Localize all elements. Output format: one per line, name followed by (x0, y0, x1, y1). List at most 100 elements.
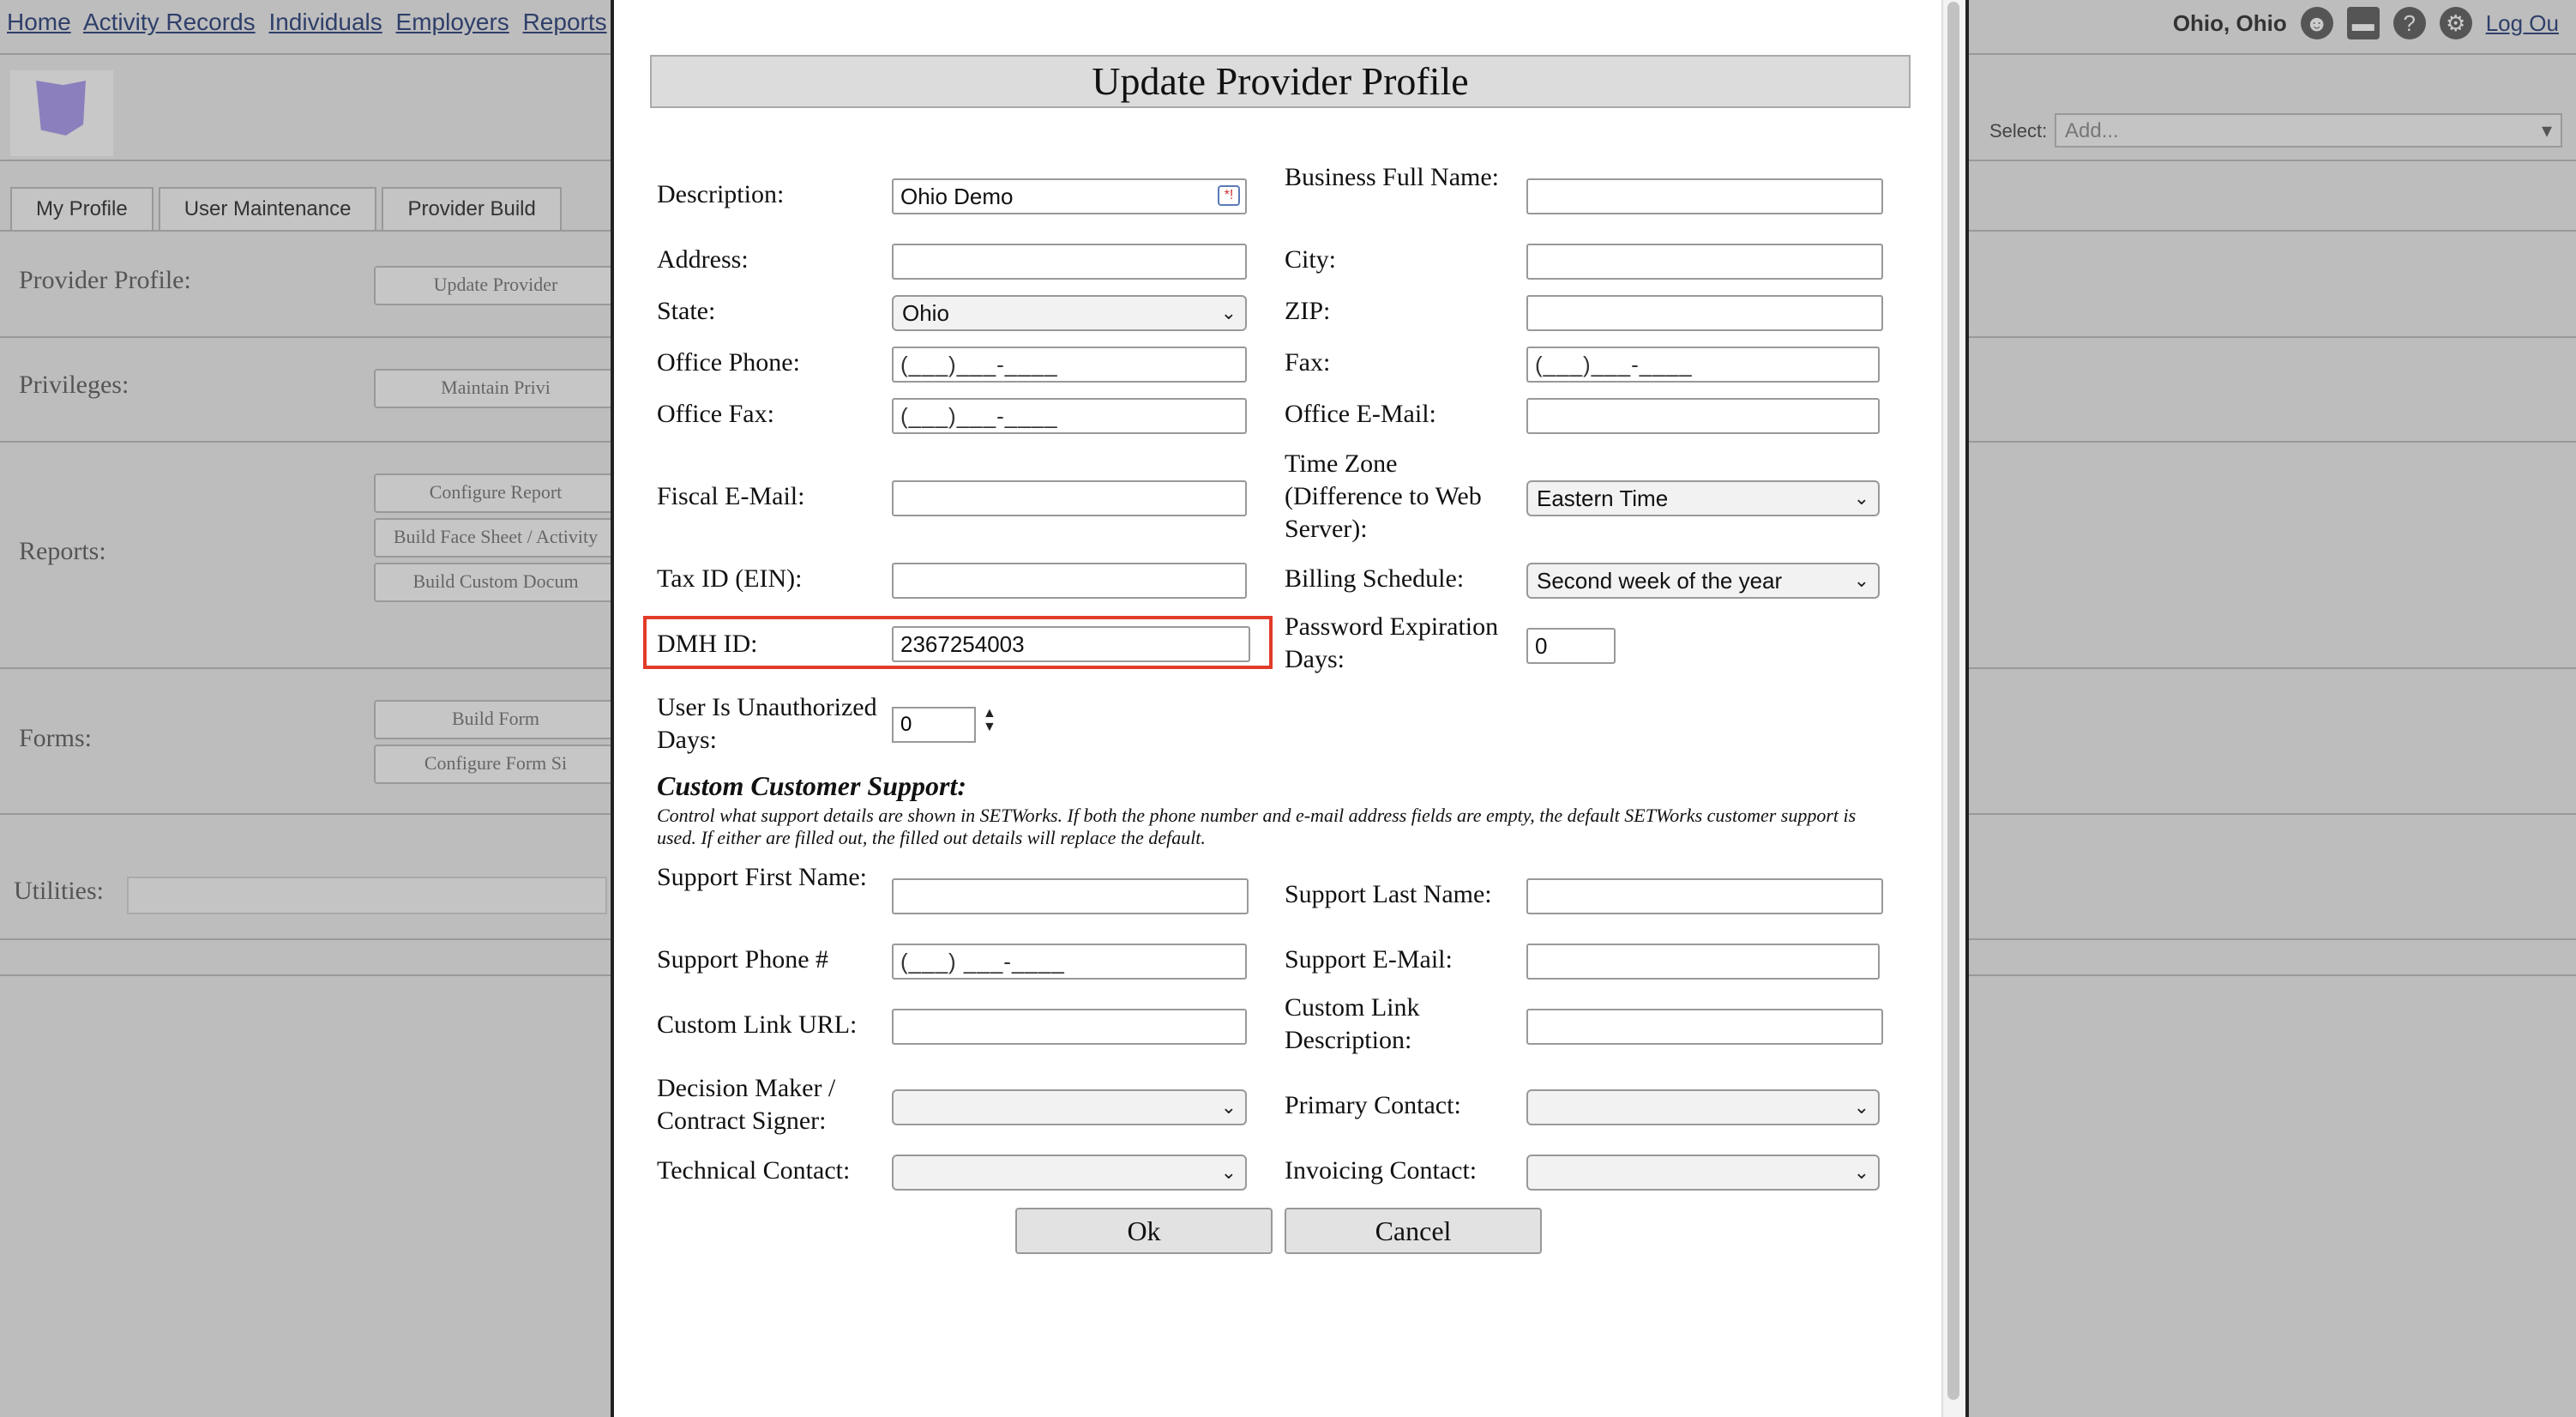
support-heading: Custom Customer Support: (657, 770, 966, 801)
zip-input[interactable] (1526, 295, 1883, 331)
add-select[interactable]: Add... (2055, 113, 2562, 148)
tab-user-maintenance[interactable]: User Maintenance (158, 187, 377, 230)
support-last-name-label: Support Last Name: (1285, 880, 1492, 908)
city-label: City: (1285, 245, 1337, 274)
user-name: Ohio, Ohio (2172, 9, 2287, 36)
business-full-name-input[interactable] (1526, 178, 1883, 214)
password-expiration-input[interactable]: 0 (1526, 628, 1616, 664)
user-unauthorized-value: 0 (900, 713, 912, 736)
invoicing-contact-select[interactable]: ⌄ (1526, 1155, 1880, 1191)
build-face-sheet-button[interactable]: Build Face Sheet / Activity (374, 518, 617, 558)
fax-label: Fax: (1285, 348, 1331, 377)
city-input[interactable] (1526, 244, 1883, 280)
password-expiration-label: Password Expiration Days: (1285, 612, 1499, 673)
office-email-input[interactable] (1526, 398, 1880, 434)
dmh-id-input[interactable]: 2367254003 (892, 626, 1250, 662)
profile-tabs: My Profile User Maintenance Provider Bui… (10, 187, 567, 230)
primary-contact-label: Primary Contact: (1285, 1091, 1461, 1119)
billing-schedule-select[interactable]: Second week of the year ⌄ (1526, 563, 1880, 599)
logout-link[interactable]: Log Ou (2486, 10, 2559, 37)
select-label: Select: (1989, 120, 2048, 142)
utilities-input[interactable] (127, 877, 607, 914)
address-label: Address: (657, 245, 749, 274)
office-phone-label: Office Phone: (657, 348, 800, 377)
briefcase-icon[interactable]: ▬ (2346, 7, 2380, 39)
help-icon[interactable]: ? (2392, 7, 2426, 39)
dmh-id-value: 2367254003 (900, 631, 1025, 657)
support-phone-label: Support Phone # (657, 945, 829, 974)
office-email-label: Office E-Mail: (1285, 400, 1436, 428)
support-email-label: Support E-Mail: (1285, 945, 1453, 974)
dialog-title: Update Provider Profile (650, 55, 1911, 108)
section-provider-profile: Provider Profile: (19, 266, 191, 294)
nav-home[interactable]: Home (7, 9, 71, 35)
section-reports: Reports: (19, 537, 106, 565)
phone-mask: (___)___-____ (900, 352, 1058, 377)
support-phone-mask: (___) ___-____ (900, 949, 1065, 974)
nav-individuals[interactable]: Individuals (268, 9, 382, 35)
chevron-down-icon: ⌄ (1220, 1161, 1237, 1183)
user-unauthorized-label: User Is Unauthorized Days: (657, 693, 877, 754)
users-icon[interactable]: ☻ (2300, 7, 2333, 39)
chevron-down-icon: ⌄ (1220, 302, 1237, 323)
custom-link-desc-label: Custom Link Description: (1285, 993, 1420, 1054)
tab-my-profile[interactable]: My Profile (10, 187, 153, 230)
time-zone-label: Time Zone (Difference to Web Server): (1285, 449, 1482, 543)
fiscal-email-input[interactable] (892, 480, 1247, 516)
chevron-down-icon: ⌄ (1853, 570, 1869, 591)
chevron-down-icon: ⌄ (1220, 1096, 1237, 1118)
description-label: Description: (657, 180, 785, 208)
custom-link-url-input[interactable] (892, 1009, 1247, 1045)
cancel-button[interactable]: Cancel (1285, 1208, 1542, 1254)
configure-reports-button[interactable]: Configure Report (374, 473, 617, 513)
custom-link-desc-input[interactable] (1526, 1009, 1883, 1045)
update-provider-dialog: Update Provider Profile Description: Ohi… (611, 0, 1969, 1417)
time-zone-value: Eastern Time (1537, 485, 1669, 511)
support-email-input[interactable] (1526, 944, 1880, 980)
description-value: Ohio Demo (900, 184, 1014, 209)
fiscal-email-label: Fiscal E-Mail: (657, 482, 805, 510)
billing-schedule-label: Billing Schedule: (1285, 564, 1465, 593)
invoicing-contact-label: Invoicing Contact: (1285, 1156, 1478, 1185)
description-input[interactable]: Ohio Demo *! (892, 178, 1247, 214)
configure-form-button[interactable]: Configure Form Si (374, 745, 617, 784)
time-zone-select[interactable]: Eastern Time ⌄ (1526, 480, 1880, 516)
address-input[interactable] (892, 244, 1247, 280)
stepper-arrows[interactable]: ▲ ▼ (983, 707, 996, 734)
section-privileges: Privileges: (19, 371, 129, 399)
maintain-privileges-button[interactable]: Maintain Privi (374, 369, 617, 408)
custom-link-url-label: Custom Link URL: (657, 1010, 858, 1039)
spellcheck-icon[interactable]: *! (1218, 185, 1240, 206)
update-provider-button[interactable]: Update Provider (374, 266, 617, 305)
tax-id-label: Tax ID (EIN): (657, 564, 803, 593)
tax-id-input[interactable] (892, 563, 1247, 599)
section-utilities: Utilities: (14, 877, 104, 905)
decision-maker-select[interactable]: ⌄ (892, 1089, 1247, 1125)
dialog-scrollbar[interactable] (1941, 0, 1965, 1417)
support-phone-input[interactable]: (___) ___-____ (892, 944, 1247, 980)
scrollbar-thumb[interactable] (1947, 2, 1959, 1400)
nav-activity-records[interactable]: Activity Records (83, 9, 256, 35)
support-last-name-input[interactable] (1526, 878, 1883, 914)
office-fax-mask: (___)___-____ (900, 403, 1058, 429)
zip-label: ZIP: (1285, 297, 1331, 325)
nav-employers[interactable]: Employers (396, 9, 509, 35)
build-custom-doc-button[interactable]: Build Custom Docum (374, 563, 617, 602)
primary-contact-select[interactable]: ⌄ (1526, 1089, 1880, 1125)
tab-provider-build[interactable]: Provider Build (382, 187, 562, 230)
billing-schedule-value: Second week of the year (1537, 568, 1783, 594)
support-note: Control what support details are shown i… (657, 805, 1857, 848)
office-phone-input[interactable]: (___)___-____ (892, 347, 1247, 383)
user-unauthorized-stepper[interactable]: 0 (892, 707, 976, 743)
build-forms-button[interactable]: Build Form (374, 700, 617, 739)
chevron-down-icon: ⌄ (1853, 1161, 1869, 1183)
fax-input[interactable]: (___)___-____ (1526, 347, 1880, 383)
gear-icon[interactable]: ⚙ (2439, 7, 2472, 39)
ok-button[interactable]: Ok (1015, 1208, 1273, 1254)
fax-mask: (___)___-____ (1535, 352, 1693, 377)
office-fax-input[interactable]: (___)___-____ (892, 398, 1247, 434)
support-first-name-input[interactable] (892, 878, 1249, 914)
technical-contact-select[interactable]: ⌄ (892, 1155, 1247, 1191)
state-select[interactable]: Ohio ⌄ (892, 295, 1247, 331)
nav-reports[interactable]: Reports (523, 9, 607, 35)
